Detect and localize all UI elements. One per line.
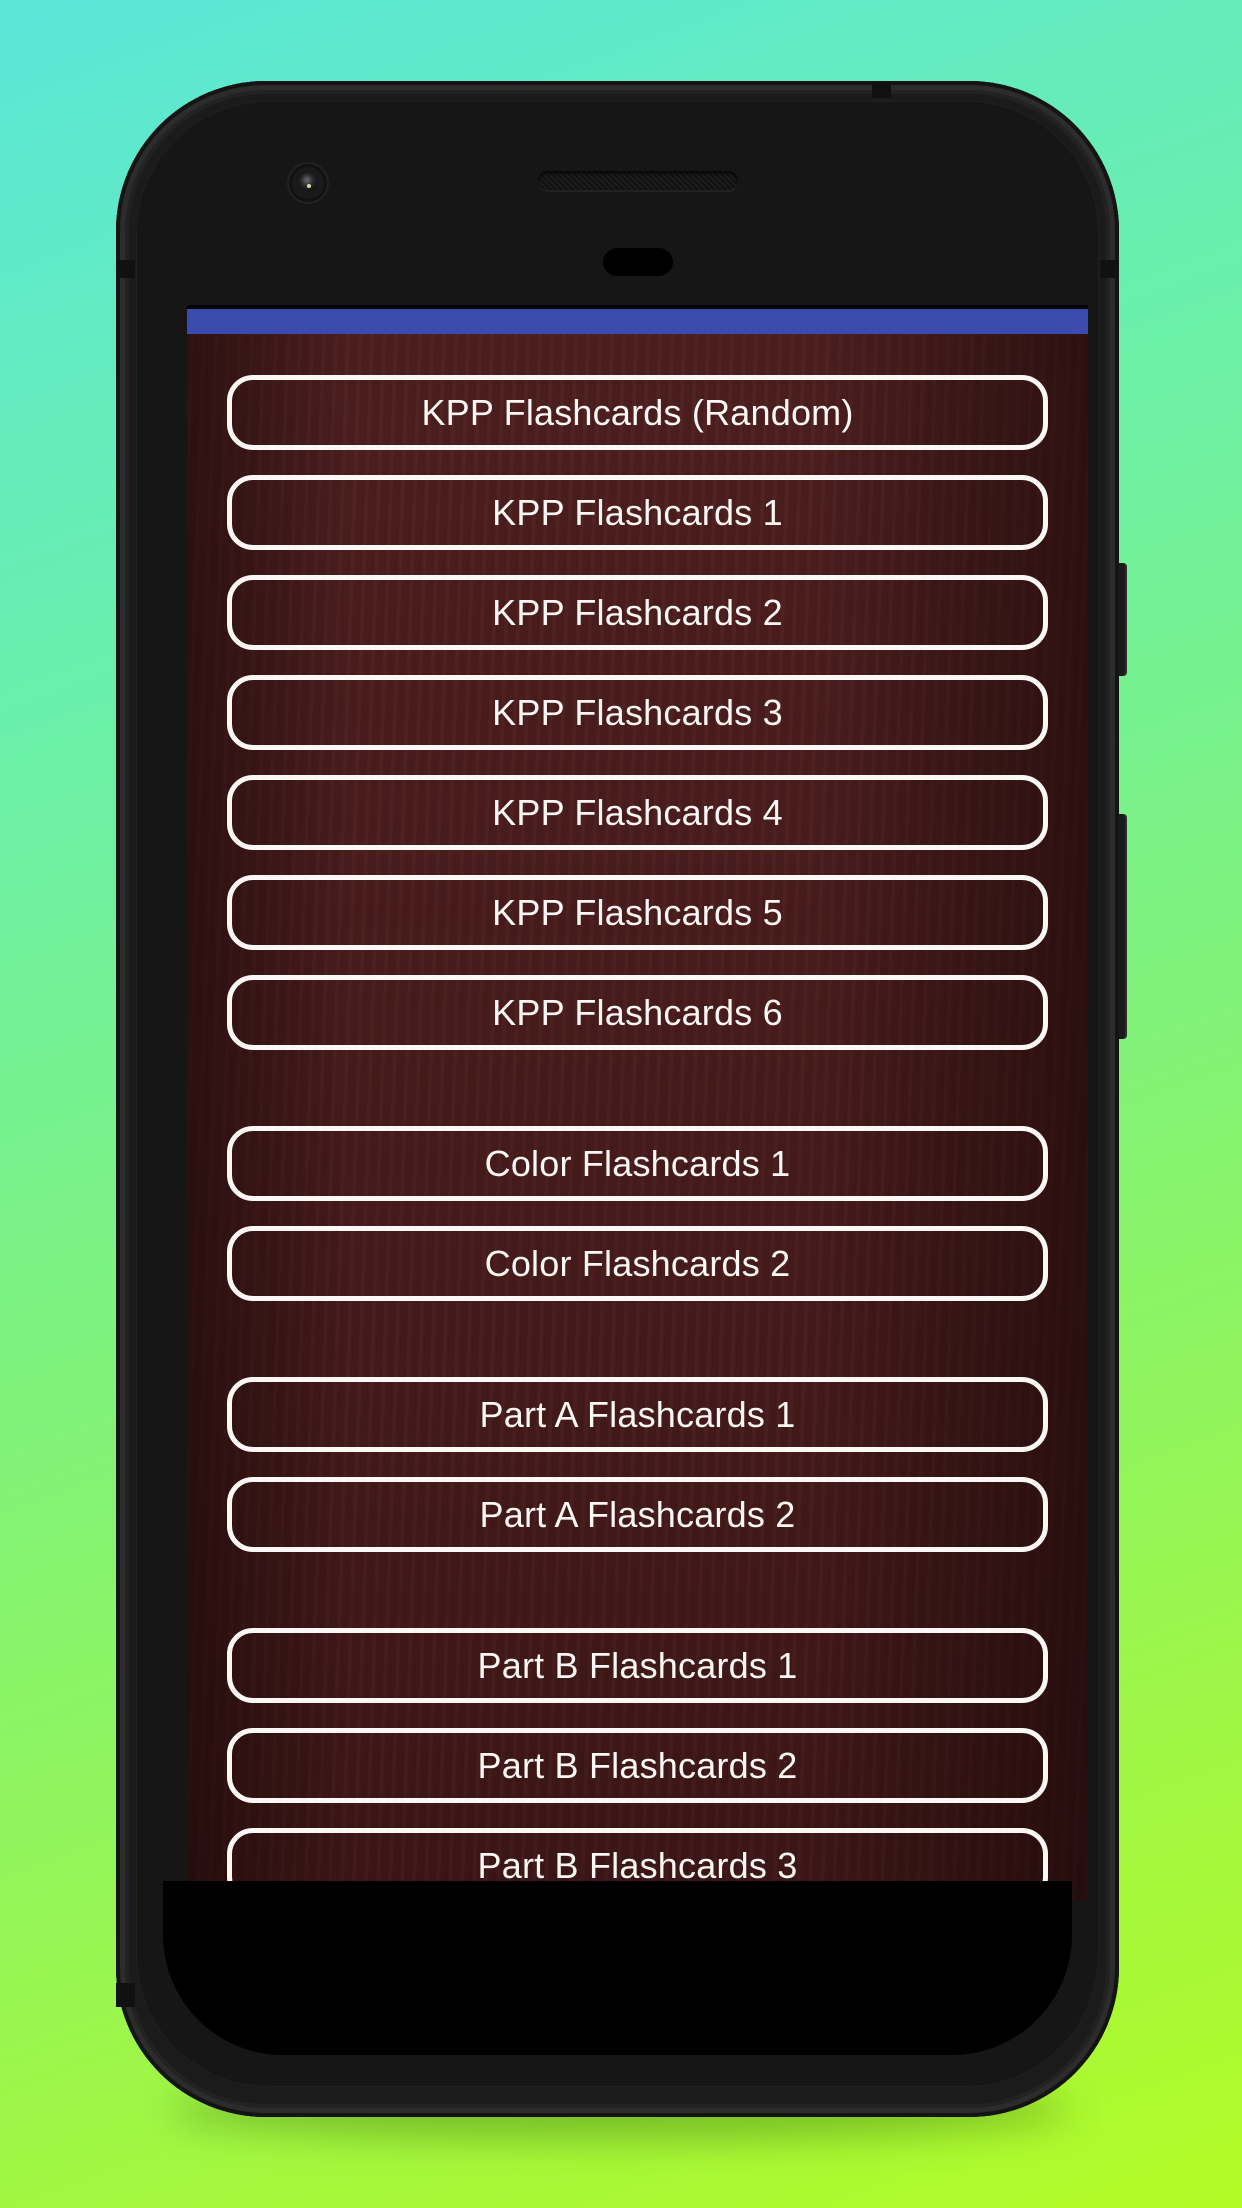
status-bar [187, 309, 1088, 334]
phone-face: KPP Flashcards (Random) KPP Flashcards 1 K… [136, 101, 1099, 2087]
antenna-line-bottom-left [116, 1983, 135, 2007]
flashcards-button[interactable]: Color Flashcards 2 [227, 1226, 1048, 1301]
camera-lens [299, 173, 317, 191]
flashcards-button-label: Part B Flashcards 1 [477, 1644, 798, 1686]
flashcards-button[interactable]: KPP Flashcards 3 [227, 675, 1048, 750]
flashcards-button[interactable]: KPP Flashcards 1 [227, 475, 1048, 550]
menu-group-kpp: KPP Flashcards (Random) KPP Flashcards 1 K… [187, 375, 1088, 1050]
flashcards-button[interactable]: KPP Flashcards 5 [227, 875, 1048, 950]
flashcards-button-label: Color Flashcards 1 [484, 1142, 791, 1184]
volume-button[interactable] [1119, 814, 1127, 1039]
phone-frame: KPP Flashcards (Random) KPP Flashcards 1 K… [116, 81, 1119, 2117]
flashcards-button[interactable]: Part A Flashcards 1 [227, 1377, 1048, 1452]
menu-group-part-a: Part A Flashcards 1 Part A Flashcards 2 [187, 1377, 1088, 1552]
front-camera-icon [289, 164, 327, 202]
flashcards-menu[interactable]: KPP Flashcards (Random) KPP Flashcards 1 K… [187, 334, 1088, 1900]
menu-group-part-b: Part B Flashcards 1 Part B Flashcards 2 Pa… [187, 1628, 1088, 1900]
phone-screen: KPP Flashcards (Random) KPP Flashcards 1 K… [187, 305, 1088, 1900]
earpiece-speaker-icon [538, 171, 738, 190]
camera-glint [307, 184, 311, 188]
flashcards-button[interactable]: KPP Flashcards 6 [227, 975, 1048, 1050]
flashcards-button-label: KPP Flashcards (Random) [421, 391, 854, 433]
flashcards-button[interactable]: Part B Flashcards 1 [227, 1628, 1048, 1703]
flashcards-button[interactable]: Part A Flashcards 2 [227, 1477, 1048, 1552]
flashcards-button-label: KPP Flashcards 2 [492, 591, 783, 633]
flashcards-button[interactable]: KPP Flashcards 4 [227, 775, 1048, 850]
antenna-line-top [872, 81, 891, 98]
flashcards-button[interactable]: Part B Flashcards 2 [227, 1728, 1048, 1803]
flashcards-button-label: Part A Flashcards 2 [479, 1493, 796, 1535]
flashcards-button[interactable]: Color Flashcards 1 [227, 1126, 1048, 1201]
flashcards-button-label: Color Flashcards 2 [484, 1242, 791, 1284]
flashcards-button[interactable]: KPP Flashcards (Random) [227, 375, 1048, 450]
flashcards-button-label: Part A Flashcards 1 [479, 1393, 796, 1435]
flashcards-button-label: KPP Flashcards 1 [492, 491, 783, 533]
navigation-area [163, 1881, 1072, 2055]
proximity-sensor-icon [603, 248, 673, 276]
flashcards-button-label: KPP Flashcards 6 [492, 991, 783, 1033]
flashcards-button-label: KPP Flashcards 5 [492, 891, 783, 933]
power-button[interactable] [1119, 563, 1127, 676]
flashcards-button-label: KPP Flashcards 4 [492, 791, 783, 833]
menu-list: KPP Flashcards (Random) KPP Flashcards 1 K… [187, 375, 1088, 1900]
antenna-line-top-right [1100, 260, 1119, 278]
flashcards-button-label: KPP Flashcards 3 [492, 691, 783, 733]
flashcards-button[interactable]: KPP Flashcards 2 [227, 575, 1048, 650]
menu-group-color: Color Flashcards 1 Color Flashcards 2 [187, 1126, 1088, 1301]
flashcards-button-label: Part B Flashcards 2 [477, 1744, 798, 1786]
antenna-line-top-left [116, 260, 135, 278]
